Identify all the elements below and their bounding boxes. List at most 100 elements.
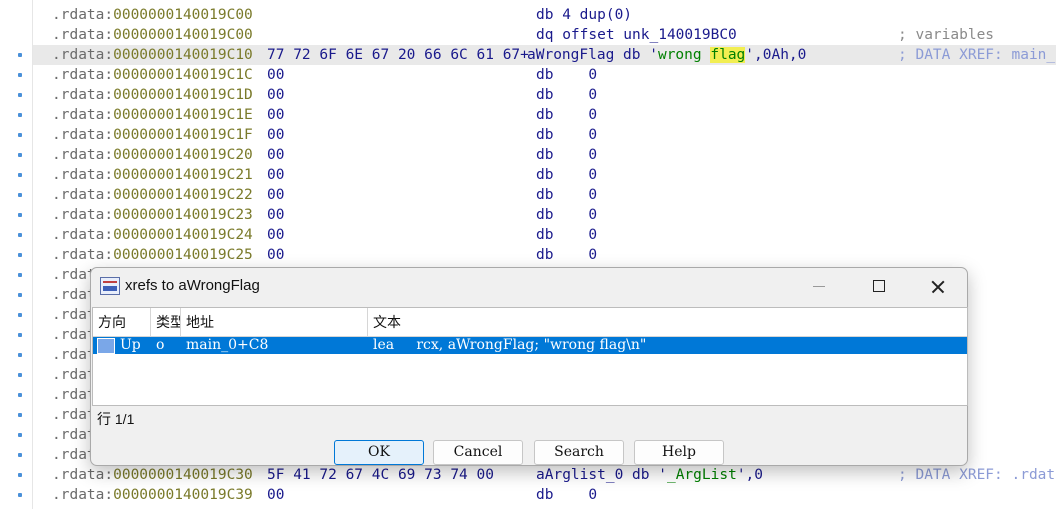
breakpoint-dot-icon[interactable]	[18, 233, 22, 237]
listing-line[interactable]: .rdata:0000000140019C20 00 db 0	[33, 145, 1056, 165]
breakpoint-dot-icon[interactable]	[18, 193, 22, 197]
line-bytes: 00	[267, 67, 285, 83]
line-address: .rdata:0000000140019C20	[52, 147, 253, 163]
listing-line[interactable]: .rdata:0000000140019C00 dq offset unk_140…	[33, 25, 1056, 45]
line-instruction: db 0	[536, 67, 598, 83]
search-button[interactable]: Search	[534, 440, 624, 465]
breakpoint-dot-icon[interactable]	[18, 73, 22, 77]
listing-gutter	[0, 0, 32, 509]
breakpoint-dot-icon[interactable]	[18, 353, 22, 357]
column-text[interactable]: 文本	[368, 308, 967, 336]
maximize-icon[interactable]	[851, 268, 907, 306]
close-icon[interactable]	[909, 268, 965, 306]
app-icon	[100, 277, 120, 295]
breakpoint-dot-icon[interactable]	[18, 473, 22, 477]
breakpoint-dot-icon[interactable]	[18, 173, 22, 177]
row-status: 行 1/1	[97, 411, 135, 427]
cancel-button[interactable]: Cancel	[433, 440, 523, 465]
line-address: .rdata:0000000140019C22	[52, 187, 253, 203]
breakpoint-dot-icon[interactable]	[18, 333, 22, 337]
breakpoint-dot-icon[interactable]	[18, 493, 22, 497]
listing-line[interactable]: .rdata:0000000140019C1C 00 db 0	[33, 65, 1056, 85]
line-bytes: 00	[267, 207, 285, 223]
line-comment: ; DATA XREF: main_	[898, 47, 1056, 63]
line-address: .rdata:0000000140019C1E	[52, 107, 253, 123]
dialog-titlebar[interactable]: xrefs to aWrongFlag	[91, 268, 967, 306]
line-bytes: 00	[267, 107, 285, 123]
line-bytes: 00	[267, 147, 285, 163]
row-address: main_0+C8	[186, 337, 269, 353]
listing-line[interactable]: .rdata:0000000140019C00 db 4 dup(0)	[33, 5, 1056, 25]
column-direction[interactable]: 方向	[93, 308, 151, 336]
breakpoint-dot-icon[interactable]	[18, 93, 22, 97]
ok-button[interactable]: OK	[334, 440, 424, 465]
line-instruction: aWrongFlag db 'wrong flag',0Ah,0	[527, 47, 807, 63]
line-address: .rdata:0000000140019C10	[52, 47, 253, 63]
breakpoint-dot-icon[interactable]	[18, 153, 22, 157]
listing-line[interactable]: .rdata:0000000140019C1E 00 db 0	[33, 105, 1056, 125]
listing-line[interactable]: .rdata:0000000140019C24 00 db 0	[33, 225, 1056, 245]
breakpoint-dot-icon[interactable]	[18, 413, 22, 417]
line-instruction: db 0	[536, 107, 598, 123]
line-instruction: dq offset unk_140019BC0	[536, 27, 737, 43]
breakpoint-dot-icon[interactable]	[18, 273, 22, 277]
listing-line[interactable]: .rdata:0000000140019C25 00 db 0	[33, 245, 1056, 265]
listing-line[interactable]: .rdata:0000000140019C39 00 db 0	[33, 485, 1056, 505]
line-comment: ; variables	[898, 27, 995, 43]
line-instruction: db 0	[536, 147, 598, 163]
line-address: .rdata:0000000140019C00	[52, 27, 253, 43]
line-comment: ; DATA XREF: .rdat	[898, 467, 1056, 483]
breakpoint-dot-icon[interactable]	[18, 113, 22, 117]
dialog-title: xrefs to aWrongFlag	[125, 277, 260, 294]
line-instruction: db 4 dup(0)	[536, 7, 633, 23]
listing-line[interactable]: .rdata:0000000140019C1F 00 db 0	[33, 125, 1056, 145]
line-instruction: db 0	[536, 207, 598, 223]
breakpoint-dot-icon[interactable]	[18, 213, 22, 217]
line-bytes: 77 72 6F 6E 67 20 66 6C 61 67+	[267, 47, 529, 63]
breakpoint-dot-icon[interactable]	[18, 53, 22, 57]
column-address[interactable]: 地址	[181, 308, 368, 336]
breakpoint-dot-icon[interactable]	[18, 313, 22, 317]
line-instruction: db 0	[536, 127, 598, 143]
xrefs-table[interactable]: 方向 类型 地址 文本 Up o main_0+C8 lea rcx, aWro…	[92, 307, 968, 406]
line-bytes: 00	[267, 127, 285, 143]
row-text: lea rcx, aWrongFlag; "wrong flag\n"	[373, 337, 647, 353]
minimize-icon[interactable]	[791, 268, 847, 306]
listing-line[interactable]: .rdata:0000000140019C1D 00 db 0	[33, 85, 1056, 105]
line-instruction: aArglist_0 db '_ArgList',0	[536, 467, 764, 483]
line-instruction: db 0	[536, 487, 598, 503]
line-bytes: 5F 41 72 67 4C 69 73 74 00	[267, 467, 494, 483]
breakpoint-dot-icon[interactable]	[18, 433, 22, 437]
table-header: 方向 类型 地址 文本	[93, 308, 967, 337]
line-address: .rdata:0000000140019C1F	[52, 127, 253, 143]
line-bytes: 00	[267, 87, 285, 103]
line-address: .rdata:0000000140019C00	[52, 7, 253, 23]
table-row[interactable]: Up o main_0+C8 lea rcx, aWrongFlag; "wro…	[93, 337, 967, 354]
breakpoint-dot-icon[interactable]	[18, 373, 22, 377]
line-bytes: 00	[267, 227, 285, 243]
listing-line[interactable]: .rdata:0000000140019C30 5F 41 72 67 4C 69…	[33, 465, 1056, 485]
listing-line[interactable]: .rdata:0000000140019C10 77 72 6F 6E 67 20…	[33, 45, 1056, 65]
help-button[interactable]: Help	[634, 440, 724, 465]
listing-line[interactable]: .rdata:0000000140019C21 00 db 0	[33, 165, 1056, 185]
xrefs-dialog: xrefs to aWrongFlag 方向 类型 地址 文本 Up o mai…	[90, 267, 968, 466]
line-instruction: db 0	[536, 187, 598, 203]
line-address: .rdata:0000000140019C21	[52, 167, 253, 183]
column-type[interactable]: 类型	[151, 308, 181, 336]
line-bytes: 00	[267, 167, 285, 183]
line-instruction: db 0	[536, 227, 598, 243]
listing-line[interactable]: .rdata:0000000140019C23 00 db 0	[33, 205, 1056, 225]
line-bytes: 00	[267, 247, 285, 263]
breakpoint-dot-icon[interactable]	[18, 393, 22, 397]
breakpoint-dot-icon[interactable]	[18, 453, 22, 457]
breakpoint-dot-icon[interactable]	[18, 253, 22, 257]
xref-arrow-icon	[97, 338, 115, 354]
breakpoint-dot-icon[interactable]	[18, 293, 22, 297]
line-bytes: 00	[267, 187, 285, 203]
line-address: .rdata:0000000140019C25	[52, 247, 253, 263]
listing-line[interactable]: .rdata:0000000140019C22 00 db 0	[33, 185, 1056, 205]
line-instruction: db 0	[536, 87, 598, 103]
line-bytes: 00	[267, 487, 285, 503]
line-instruction: db 0	[536, 247, 598, 263]
breakpoint-dot-icon[interactable]	[18, 133, 22, 137]
